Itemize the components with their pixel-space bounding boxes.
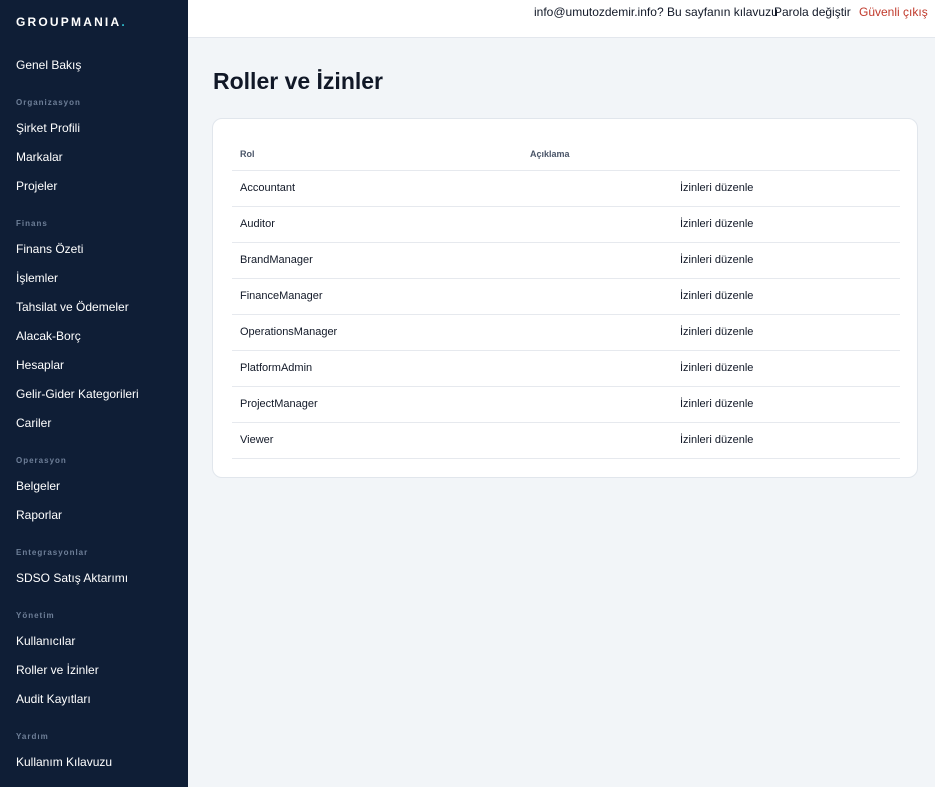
edit-permissions-link[interactable]: İzinleri düzenle [680, 218, 753, 230]
table-row: Viewer İzinleri düzenle [232, 423, 900, 459]
sidebar-item-cariler[interactable]: Cariler [16, 415, 51, 431]
role-name: ProjectManager [240, 398, 318, 410]
edit-permissions-link[interactable]: İzinleri düzenle [680, 254, 753, 266]
topbar: info@umutozdemir.info ? Bu sayfanın kıla… [188, 0, 935, 38]
sidebar-item-islemler[interactable]: İşlemler [16, 270, 58, 286]
edit-permissions-link[interactable]: İzinleri düzenle [680, 434, 753, 446]
sidebar-item-belgeler[interactable]: Belgeler [16, 478, 60, 494]
table-row: ProjectManager İzinleri düzenle [232, 387, 900, 423]
role-name: FinanceManager [240, 290, 323, 302]
page-guide-link[interactable]: ? Bu sayfanın kılavuzu [657, 4, 778, 20]
sidebar-item-gelir-gider-kategorileri[interactable]: Gelir-Gider Kategorileri [16, 386, 139, 402]
sidebar-item-finans-ozeti[interactable]: Finans Özeti [16, 241, 83, 257]
sidebar-item-projeler[interactable]: Projeler [16, 178, 57, 194]
role-name: PlatformAdmin [240, 362, 313, 374]
sidebar-item-kullanim-kilavuzu[interactable]: Kullanım Kılavuzu [16, 754, 112, 770]
change-password-link[interactable]: Parola değiştir [774, 4, 851, 20]
roles-card: Rol Açıklama Accountant İzinleri düzenle… [212, 118, 918, 478]
sidebar-item-kullanicilar[interactable]: Kullanıcılar [16, 633, 75, 649]
sidebar-item-alacak-borc[interactable]: Alacak-Borç [16, 328, 81, 344]
sidebar-item-genel-bakis[interactable]: Genel Bakış [16, 57, 81, 73]
sidebar-item-sdso-satis-aktarimi[interactable]: SDSO Satış Aktarımı [16, 570, 128, 586]
sidebar-section-operasyon: Operasyon [16, 456, 67, 465]
sidebar-item-raporlar[interactable]: Raporlar [16, 507, 62, 523]
user-email-link[interactable]: info@umutozdemir.info [534, 4, 657, 20]
role-name: Auditor [240, 218, 275, 230]
table-row: FinanceManager İzinleri düzenle [232, 279, 900, 315]
sidebar-item-tahsilat-ve-odemeler[interactable]: Tahsilat ve Ödemeler [16, 299, 129, 315]
table-row: Auditor İzinleri düzenle [232, 207, 900, 243]
edit-permissions-link[interactable]: İzinleri düzenle [680, 326, 753, 338]
column-header-rol: Rol [240, 149, 255, 159]
sidebar-item-roller-ve-izinler[interactable]: Roller ve İzinler [16, 662, 99, 678]
sidebar: GROUPMANIA. Genel Bakış Organizasyon Şir… [0, 0, 188, 787]
sidebar-section-finans: Finans [16, 219, 48, 228]
edit-permissions-link[interactable]: İzinleri düzenle [680, 182, 753, 194]
sidebar-section-yardim: Yardım [16, 732, 49, 741]
table-row: PlatformAdmin İzinleri düzenle [232, 351, 900, 387]
logout-link[interactable]: Güvenli çıkış [859, 4, 928, 20]
role-name: Viewer [240, 434, 274, 446]
sidebar-item-markalar[interactable]: Markalar [16, 149, 63, 165]
edit-permissions-link[interactable]: İzinleri düzenle [680, 290, 753, 302]
edit-permissions-link[interactable]: İzinleri düzenle [680, 362, 753, 374]
sidebar-item-audit-kayitlari[interactable]: Audit Kayıtları [16, 691, 91, 707]
brand-logo[interactable]: GROUPMANIA. [16, 15, 127, 29]
sidebar-item-hesaplar[interactable]: Hesaplar [16, 357, 64, 373]
sidebar-section-organizasyon: Organizasyon [16, 98, 81, 107]
page-title: Roller ve İzinler [213, 68, 384, 94]
role-name: Accountant [240, 182, 296, 194]
sidebar-section-entegrasyonlar: Entegrasyonlar [16, 548, 89, 557]
sidebar-section-yonetim: Yönetim [16, 611, 55, 620]
role-name: BrandManager [240, 254, 313, 266]
brand-dot: . [121, 15, 127, 29]
column-header-aciklama: Açıklama [530, 149, 570, 159]
brand-name: GROUPMANIA [16, 15, 122, 29]
table-row: OperationsManager İzinleri düzenle [232, 315, 900, 351]
sidebar-item-sirket-profili[interactable]: Şirket Profili [16, 120, 80, 136]
table-row: BrandManager İzinleri düzenle [232, 243, 900, 279]
edit-permissions-link[interactable]: İzinleri düzenle [680, 398, 753, 410]
role-name: OperationsManager [240, 326, 338, 338]
table-row: Accountant İzinleri düzenle [232, 171, 900, 207]
